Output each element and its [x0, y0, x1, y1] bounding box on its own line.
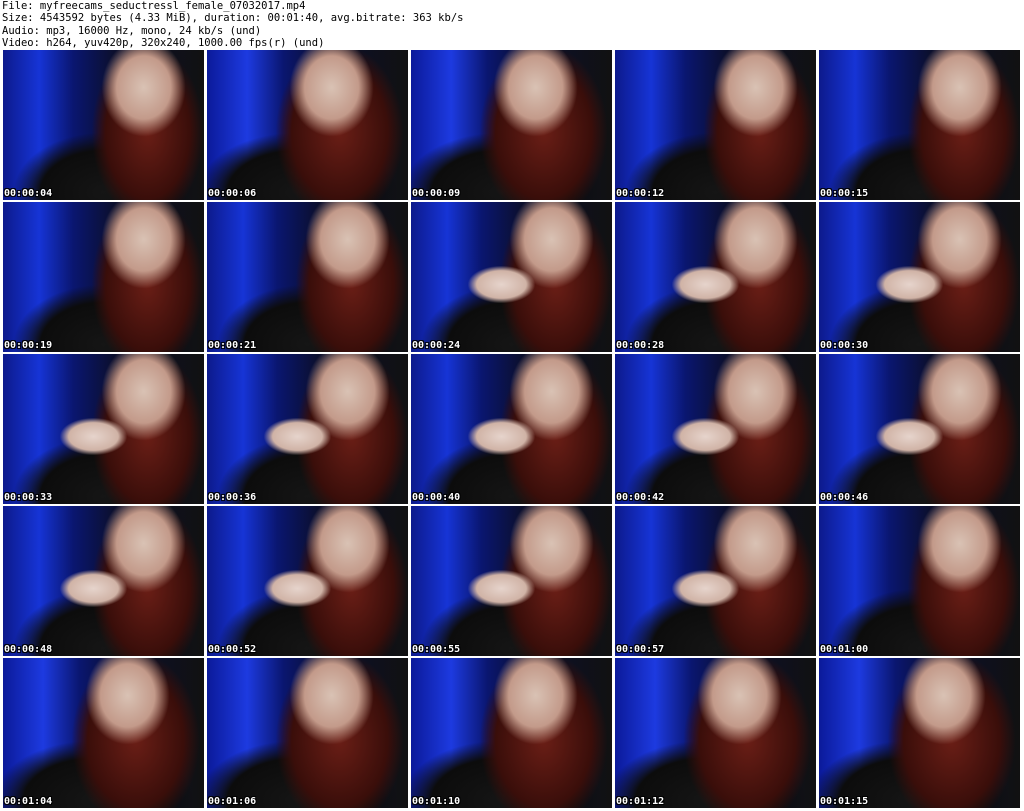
video-thumbnail: 00:00:30 — [819, 202, 1020, 352]
video-thumbnail: 00:00:06 — [207, 50, 408, 200]
file-info-header: File: myfreecams_seductressl_female_0703… — [2, 0, 1022, 50]
timestamp-label: 00:01:12 — [616, 796, 665, 807]
video-thumbnail: 00:00:42 — [615, 354, 816, 504]
timestamp-label: 00:00:12 — [616, 188, 665, 199]
timestamp-label: 00:00:46 — [820, 492, 869, 503]
timestamp-label: 00:00:42 — [616, 492, 665, 503]
timestamp-label: 00:00:48 — [4, 644, 53, 655]
timestamp-label: 00:01:06 — [208, 796, 257, 807]
timestamp-label: 00:00:36 — [208, 492, 257, 503]
video-thumbnail: 00:00:12 — [615, 50, 816, 200]
video-thumbnail: 00:00:04 — [3, 50, 204, 200]
timestamp-label: 00:00:04 — [4, 188, 53, 199]
video-thumbnail: 00:00:57 — [615, 506, 816, 656]
video-thumbnail: 00:00:09 — [411, 50, 612, 200]
timestamp-label: 00:00:24 — [412, 340, 461, 351]
video-thumbnail: 00:01:10 — [411, 658, 612, 808]
video-thumbnail: 00:00:55 — [411, 506, 612, 656]
video-thumbnail: 00:00:33 — [3, 354, 204, 504]
timestamp-label: 00:00:19 — [4, 340, 53, 351]
timestamp-label: 00:00:15 — [820, 188, 869, 199]
video-thumbnail: 00:00:46 — [819, 354, 1020, 504]
video-info-line: Video: h264, yuv420p, 320x240, 1000.00 f… — [2, 36, 325, 49]
timestamp-label: 00:01:04 — [4, 796, 53, 807]
timestamp-label: 00:00:52 — [208, 644, 257, 655]
thumbnail-grid: 00:00:04 00:00:06 00:00:09 00:00:12 00:0… — [0, 50, 1024, 811]
video-thumbnail: 00:00:40 — [411, 354, 612, 504]
video-thumbnail: 00:01:04 — [3, 658, 204, 808]
video-thumbnail: 00:01:15 — [819, 658, 1020, 808]
timestamp-label: 00:00:28 — [616, 340, 665, 351]
file-name-line: File: myfreecams_seductressl_female_0703… — [2, 0, 306, 12]
video-thumbnail: 00:00:48 — [3, 506, 204, 656]
file-size-line: Size: 4543592 bytes (4.33 MiB), duration… — [2, 12, 464, 25]
timestamp-label: 00:00:21 — [208, 340, 257, 351]
video-thumbnail: 00:00:24 — [411, 202, 612, 352]
timestamp-label: 00:00:33 — [4, 492, 53, 503]
timestamp-label: 00:00:09 — [412, 188, 461, 199]
audio-info-line: Audio: mp3, 16000 Hz, mono, 24 kb/s (und… — [2, 24, 262, 37]
video-thumbnail: 00:00:28 — [615, 202, 816, 352]
video-thumbnail: 00:00:36 — [207, 354, 408, 504]
video-thumbnail: 00:01:12 — [615, 658, 816, 808]
timestamp-label: 00:00:55 — [412, 644, 461, 655]
video-thumbnail: 00:01:06 — [207, 658, 408, 808]
timestamp-label: 00:00:40 — [412, 492, 461, 503]
timestamp-label: 00:00:57 — [616, 644, 665, 655]
timestamp-label: 00:01:10 — [412, 796, 461, 807]
video-thumbnail: 00:01:00 — [819, 506, 1020, 656]
timestamp-label: 00:00:30 — [820, 340, 869, 351]
timestamp-label: 00:00:06 — [208, 188, 257, 199]
timestamp-label: 00:01:00 — [820, 644, 869, 655]
video-thumbnail: 00:00:52 — [207, 506, 408, 656]
video-thumbnail: 00:00:21 — [207, 202, 408, 352]
video-thumbnail: 00:00:15 — [819, 50, 1020, 200]
video-thumbnail: 00:00:19 — [3, 202, 204, 352]
timestamp-label: 00:01:15 — [820, 796, 869, 807]
